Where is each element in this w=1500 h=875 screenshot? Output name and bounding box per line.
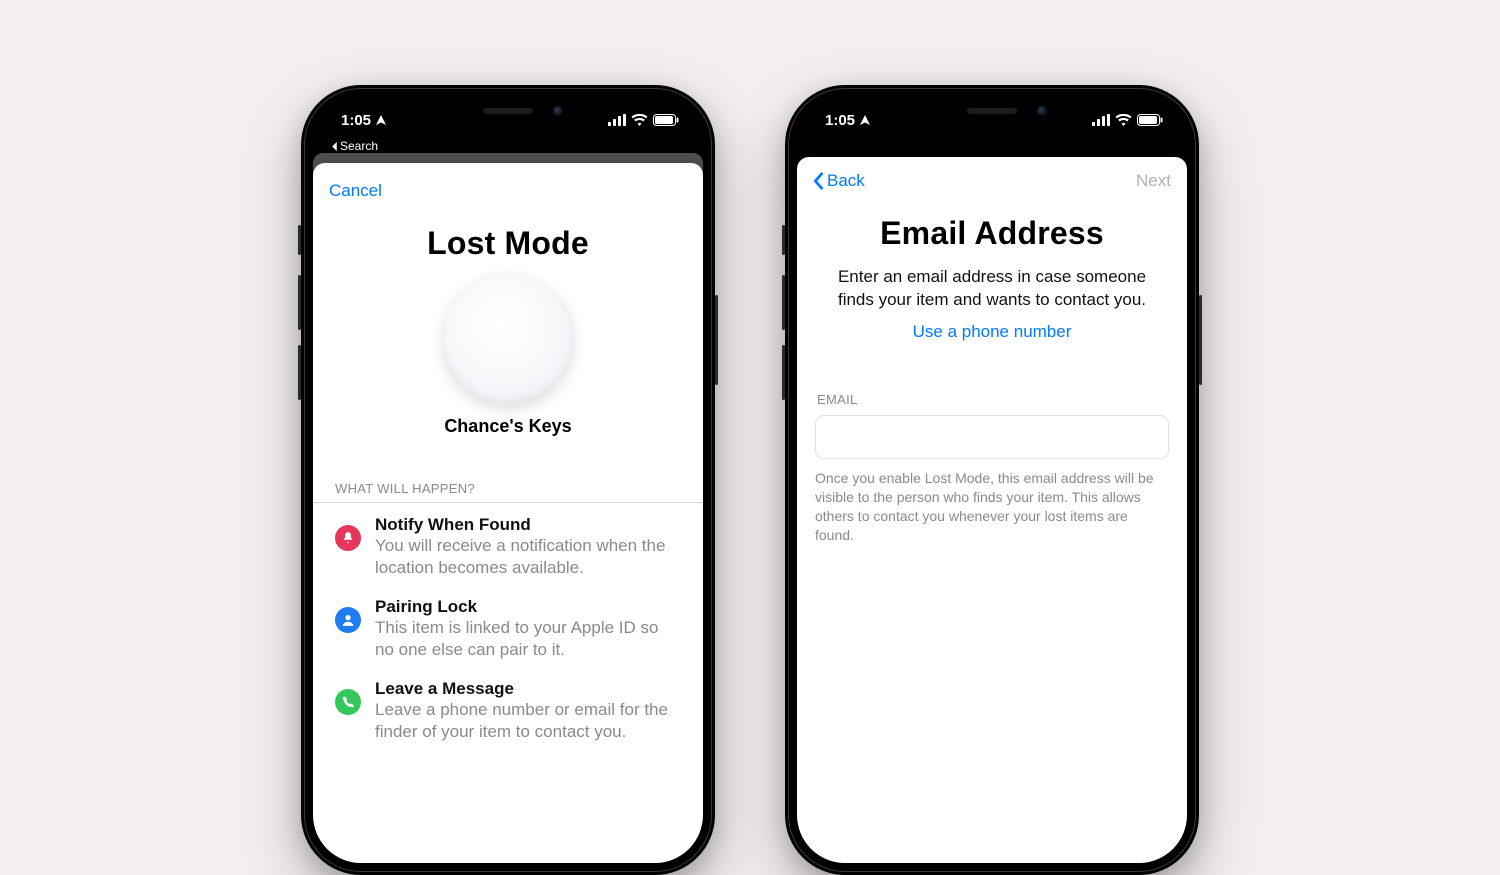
notch — [413, 97, 603, 125]
email-input[interactable] — [815, 415, 1169, 459]
info-title: Leave a Message — [375, 679, 681, 699]
breadcrumb-label: Search — [340, 139, 378, 153]
info-title: Notify When Found — [375, 515, 681, 535]
info-title: Pairing Lock — [375, 597, 681, 617]
subtitle: Enter an email address in case someone f… — [797, 262, 1187, 312]
item-name-label: Chance's Keys — [313, 416, 703, 437]
info-row-notify: Notify When Found You will receive a not… — [313, 503, 703, 585]
bell-icon — [335, 525, 361, 551]
email-sheet: Back Next Email Address Enter an email a… — [797, 157, 1187, 863]
chevron-left-icon — [813, 172, 824, 190]
section-header: WHAT WILL HAPPEN? — [313, 481, 703, 503]
cancel-button[interactable]: Cancel — [329, 181, 382, 201]
breadcrumb-back-search[interactable]: Search — [331, 139, 378, 153]
status-time: 1:05 — [825, 112, 855, 129]
cellular-icon — [1092, 114, 1110, 126]
use-phone-number-link[interactable]: Use a phone number — [797, 322, 1187, 342]
email-field-label: EMAIL — [817, 392, 1169, 407]
info-row-pairing: Pairing Lock This item is linked to your… — [313, 585, 703, 667]
phone-frame-right: 1:05 Back Next Email Address Enter an em… — [785, 85, 1199, 875]
info-desc: Leave a phone number or email for the fi… — [375, 699, 681, 743]
cellular-icon — [608, 114, 626, 126]
wifi-icon — [631, 114, 648, 126]
info-desc: This item is linked to your Apple ID so … — [375, 617, 681, 661]
wifi-icon — [1115, 114, 1132, 126]
person-icon — [335, 607, 361, 633]
location-icon — [375, 114, 387, 126]
info-desc: You will receive a notification when the… — [375, 535, 681, 579]
back-button[interactable]: Back — [813, 171, 865, 191]
back-label: Back — [827, 171, 865, 191]
next-button[interactable]: Next — [1136, 171, 1171, 191]
status-time: 1:05 — [341, 112, 371, 129]
page-title: Lost Mode — [313, 225, 703, 262]
location-icon — [859, 114, 871, 126]
page-title: Email Address — [797, 215, 1187, 252]
battery-icon — [1137, 114, 1163, 126]
airtag-image — [442, 272, 574, 404]
notch — [897, 97, 1087, 125]
phone-frame-left: 1:05 Search Cancel Lost Mode Chance's Ke… — [301, 85, 715, 875]
phone-icon — [335, 689, 361, 715]
lost-mode-sheet: Cancel Lost Mode Chance's Keys WHAT WILL… — [313, 163, 703, 863]
battery-icon — [653, 114, 679, 126]
breadcrumb-caret-icon — [331, 142, 338, 151]
info-row-message: Leave a Message Leave a phone number or … — [313, 667, 703, 749]
email-footnote: Once you enable Lost Mode, this email ad… — [797, 459, 1187, 545]
